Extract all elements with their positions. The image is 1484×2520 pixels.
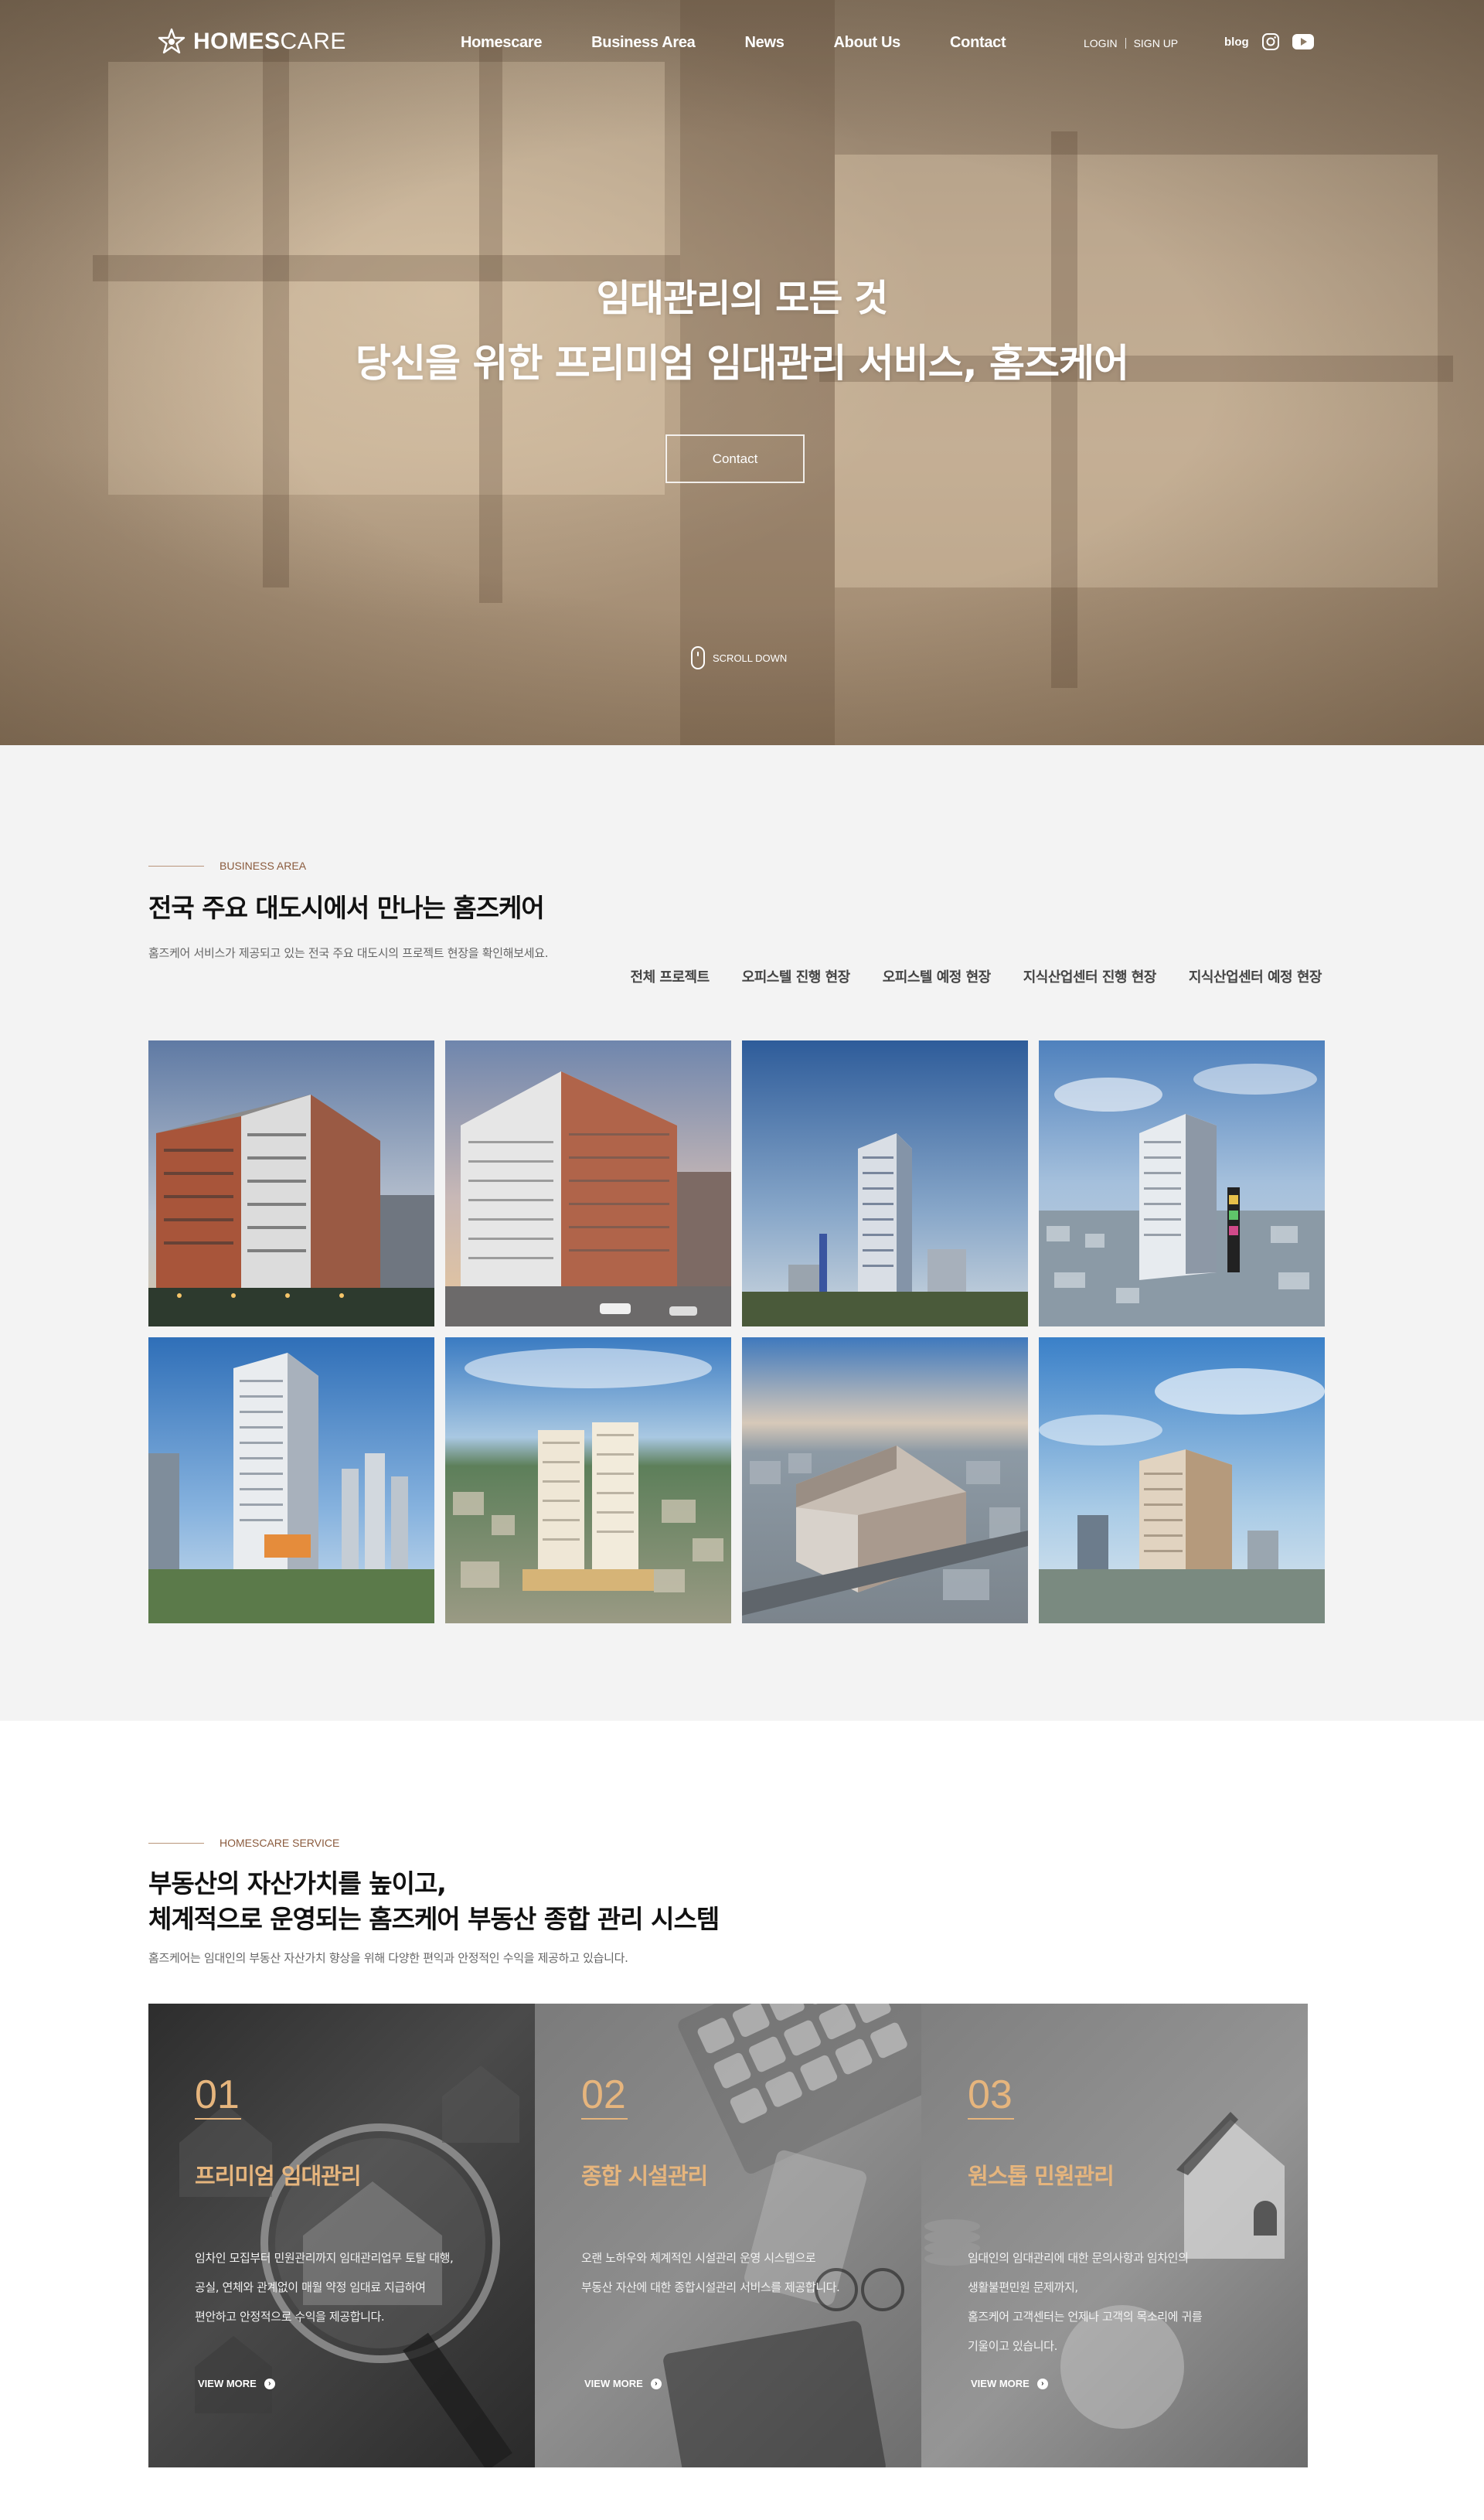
project-image-7[interactable]: [742, 1337, 1028, 1623]
arrow-right-icon: ›: [264, 2378, 275, 2389]
card-description: 오랜 노하우와 체계적인 시설관리 운영 시스템으로 부동산 자산에 대한 종합…: [581, 2243, 890, 2302]
business-description: 홈즈케어 서비스가 제공되고 있는 전국 주요 대도시의 프로젝트 현장을 확인…: [148, 946, 549, 960]
business-title: 전국 주요 대도시에서 만나는 홈즈케어: [148, 893, 545, 923]
eyebrow-line: [148, 1842, 204, 1844]
business-eyebrow: BUSINESS AREA: [148, 860, 306, 872]
social-links: blog: [1224, 32, 1314, 51]
arrow-right-icon: ›: [650, 2378, 662, 2389]
card-desc-line: 홈즈케어 고객센터는 언제나 고객의 목소리에 귀를: [968, 2310, 1203, 2324]
project-gallery: [148, 1040, 1326, 1623]
filter-all-projects[interactable]: 전체 프로젝트: [631, 966, 710, 986]
view-more-label: VIEW MORE: [971, 2378, 1030, 2389]
service-eyebrow-label: HOMESCARE SERVICE: [220, 1837, 340, 1849]
business-area-section: BUSINESS AREA 전국 주요 대도시에서 만나는 홈즈케어 홈즈케어 …: [0, 745, 1484, 1721]
card-desc-line: 편안하고 안정적으로 수익을 제공합니다.: [195, 2310, 385, 2324]
card-number: 03: [968, 2072, 1013, 2117]
project-filter-tabs: 전체 프로젝트 오피스텔 진행 현장 오피스텔 예정 현장 지식산업센터 진행 …: [631, 966, 1322, 986]
project-image-2[interactable]: [445, 1040, 731, 1326]
nav-homescare[interactable]: Homescare: [461, 34, 542, 52]
nav-about-us[interactable]: About Us: [834, 34, 901, 52]
eyebrow-line: [148, 865, 204, 867]
blog-link[interactable]: blog: [1224, 36, 1249, 49]
card-number: 02: [581, 2072, 626, 2117]
card-title: 종합 시설관리: [581, 2163, 708, 2189]
card-desc-line: 부동산 자산에 대한 종합시설관리 서비스를 제공합니다.: [581, 2280, 840, 2294]
service-eyebrow: HOMESCARE SERVICE: [148, 1837, 339, 1849]
scroll-down-indicator[interactable]: SCROLL DOWN: [691, 646, 787, 669]
hero-headline: 임대관리의 모든 것 당신을 위한 프리미엄 임대관리 서비스, 홈즈케어: [0, 271, 1484, 400]
card-title: 프리미엄 임대관리: [195, 2163, 362, 2189]
instagram-icon[interactable]: [1261, 32, 1280, 51]
view-more-label: VIEW MORE: [584, 2378, 643, 2389]
business-eyebrow-label: BUSINESS AREA: [220, 860, 307, 872]
hero-section: HOMESCARE Homescare Business Area News A…: [0, 0, 1484, 745]
filter-knowledge-center-ongoing[interactable]: 지식산업센터 진행 현장: [1023, 966, 1157, 986]
view-more-link[interactable]: VIEW MORE ›: [971, 2378, 1048, 2389]
project-image-5[interactable]: [148, 1337, 434, 1623]
main-nav: Homescare Business Area News About Us Co…: [461, 34, 1055, 52]
hero-title-line1: 임대관리의 모든 것: [596, 277, 889, 320]
card-number-underline: [968, 2118, 1014, 2120]
nav-contact[interactable]: Contact: [950, 34, 1006, 52]
youtube-icon[interactable]: [1292, 33, 1314, 50]
auth-divider: [1125, 38, 1126, 49]
card-title: 원스톱 민원관리: [968, 2163, 1115, 2189]
card-desc-line: 기울이고 있습니다.: [968, 2339, 1057, 2353]
view-more-link[interactable]: VIEW MORE ›: [584, 2378, 662, 2389]
star-logo-icon: [158, 28, 186, 54]
project-image-1[interactable]: [148, 1040, 434, 1326]
logo-wordmark: HOMESCARE: [193, 29, 346, 54]
project-image-3[interactable]: [742, 1040, 1028, 1326]
filter-knowledge-center-planned[interactable]: 지식산업센터 예정 현장: [1189, 966, 1322, 986]
service-section: HOMESCARE SERVICE 부동산의 자산가치를 높이고, 체계적으로 …: [0, 1721, 1484, 2520]
card-description: 임대인의 임대관리에 대한 문의사항과 임차인의 생활불편민원 문제까지, 홈즈…: [968, 2243, 1277, 2361]
service-description: 홈즈케어는 임대인의 부동산 자산가치 향상을 위해 다양한 편익과 안정적인 …: [148, 1951, 628, 1965]
scroll-down-label: SCROLL DOWN: [713, 652, 788, 664]
view-more-link[interactable]: VIEW MORE ›: [198, 2378, 275, 2389]
project-image-8[interactable]: [1039, 1337, 1325, 1623]
login-link[interactable]: LOGIN: [1084, 37, 1118, 49]
nav-business-area[interactable]: Business Area: [591, 34, 696, 52]
filter-officetel-ongoing[interactable]: 오피스텔 진행 현장: [742, 966, 851, 986]
service-title: 부동산의 자산가치를 높이고, 체계적으로 운영되는 홈즈케어 부동산 종합 관…: [148, 1866, 720, 1937]
project-image-6[interactable]: [445, 1337, 731, 1623]
card-number-underline: [581, 2118, 628, 2120]
card-desc-line: 공실, 연체와 관계없이 매월 약정 임대료 지급하여: [195, 2280, 426, 2294]
service-card-premium-lease[interactable]: 01 프리미엄 임대관리 임차인 모집부터 민원관리까지 임대관리업무 토탈 대…: [148, 2004, 535, 2467]
hero-title-line2: 당신을 위한 프리미엄 임대관리 서비스, 홈즈케어: [355, 341, 1129, 386]
card-desc-line: 오랜 노하우와 체계적인 시설관리 운영 시스템으로: [581, 2251, 816, 2265]
view-more-label: VIEW MORE: [198, 2378, 257, 2389]
service-cards: 01 프리미엄 임대관리 임차인 모집부터 민원관리까지 임대관리업무 토탈 대…: [148, 2004, 1308, 2467]
filter-officetel-planned[interactable]: 오피스텔 예정 현장: [883, 966, 992, 986]
project-image-4[interactable]: [1039, 1040, 1325, 1326]
nav-news[interactable]: News: [744, 34, 784, 52]
card-number: 01: [195, 2072, 240, 2117]
mouse-icon: [691, 646, 705, 669]
top-navigation: HOMESCARE Homescare Business Area News A…: [0, 0, 1484, 90]
hero-contact-button[interactable]: Contact: [665, 434, 805, 483]
service-card-civil-complaint[interactable]: 03 원스톱 민원관리 임대인의 임대관리에 대한 문의사항과 임차인의 생활불…: [921, 2004, 1308, 2467]
arrow-right-icon: ›: [1036, 2378, 1048, 2389]
service-card-facility-management[interactable]: 02 종합 시설관리 오랜 노하우와 체계적인 시설관리 운영 시스템으로 부동…: [535, 2004, 921, 2467]
card-desc-line: 임차인 모집부터 민원관리까지 임대관리업무 토탈 대행,: [195, 2251, 454, 2265]
card-description: 임차인 모집부터 민원관리까지 임대관리업무 토탈 대행, 공실, 연체와 관계…: [195, 2243, 504, 2331]
service-title-line1: 부동산의 자산가치를 높이고,: [148, 1868, 447, 1899]
card-desc-line: 생활불편민원 문제까지,: [968, 2280, 1078, 2294]
service-title-line2: 체계적으로 운영되는 홈즈케어 부동산 종합 관리 시스템: [148, 1904, 720, 1934]
card-number-underline: [195, 2118, 241, 2120]
site-logo[interactable]: HOMESCARE: [158, 28, 346, 56]
auth-links: LOGIN SIGN UP: [1084, 37, 1178, 49]
card-desc-line: 임대인의 임대관리에 대한 문의사항과 임차인의: [968, 2251, 1189, 2265]
signup-link[interactable]: SIGN UP: [1134, 37, 1179, 49]
